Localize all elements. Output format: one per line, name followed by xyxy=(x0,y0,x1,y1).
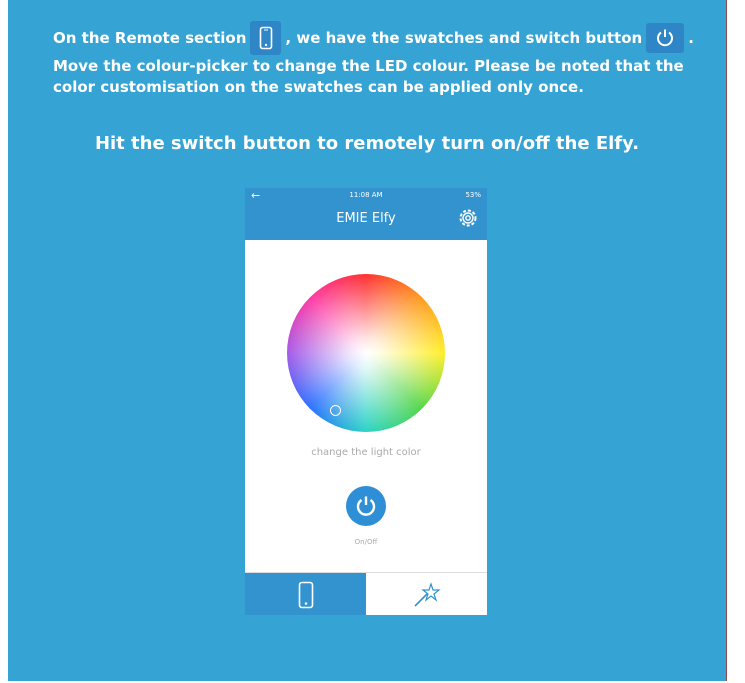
gear-icon[interactable] xyxy=(457,207,479,229)
status-battery: 53% xyxy=(465,191,481,199)
status-time: 11:08 AM xyxy=(349,191,383,199)
color-caption: change the light color xyxy=(311,447,421,458)
tab-bar xyxy=(245,572,487,615)
app-header: ← 11:08 AM 53% EMIE Elfy xyxy=(245,188,487,240)
tab-swatches[interactable] xyxy=(366,573,487,615)
app-screenshot: ← 11:08 AM 53% EMIE Elfy change the ligh… xyxy=(245,188,487,615)
instruction-text-part-1: On the Remote section xyxy=(53,29,247,47)
onoff-label: On/Off xyxy=(354,538,378,546)
magic-wand-icon xyxy=(413,581,441,607)
instruction-line-1: On the Remote section , we have the swat… xyxy=(53,18,694,58)
remote-section-icon xyxy=(250,21,282,55)
instruction-text-part-2: , we have the swatches and switch button xyxy=(285,29,643,47)
power-icon xyxy=(657,29,674,47)
power-icon xyxy=(356,496,376,516)
phone-icon xyxy=(259,26,273,50)
instruction-text-part-3: . xyxy=(688,29,694,47)
tab-remote[interactable] xyxy=(245,573,366,615)
power-button[interactable] xyxy=(346,486,386,526)
switch-button-icon xyxy=(646,23,685,53)
phone-icon xyxy=(298,581,313,608)
app-title: EMIE Elfy xyxy=(336,211,396,226)
color-wheel[interactable] xyxy=(287,274,445,432)
content-panel: On the Remote section , we have the swat… xyxy=(8,0,727,683)
switch-heading: Hit the switch button to remotely turn o… xyxy=(94,133,640,154)
color-picker-handle[interactable] xyxy=(330,405,341,416)
instruction-line-2: Move the colour-picker to change the LED… xyxy=(53,57,684,96)
